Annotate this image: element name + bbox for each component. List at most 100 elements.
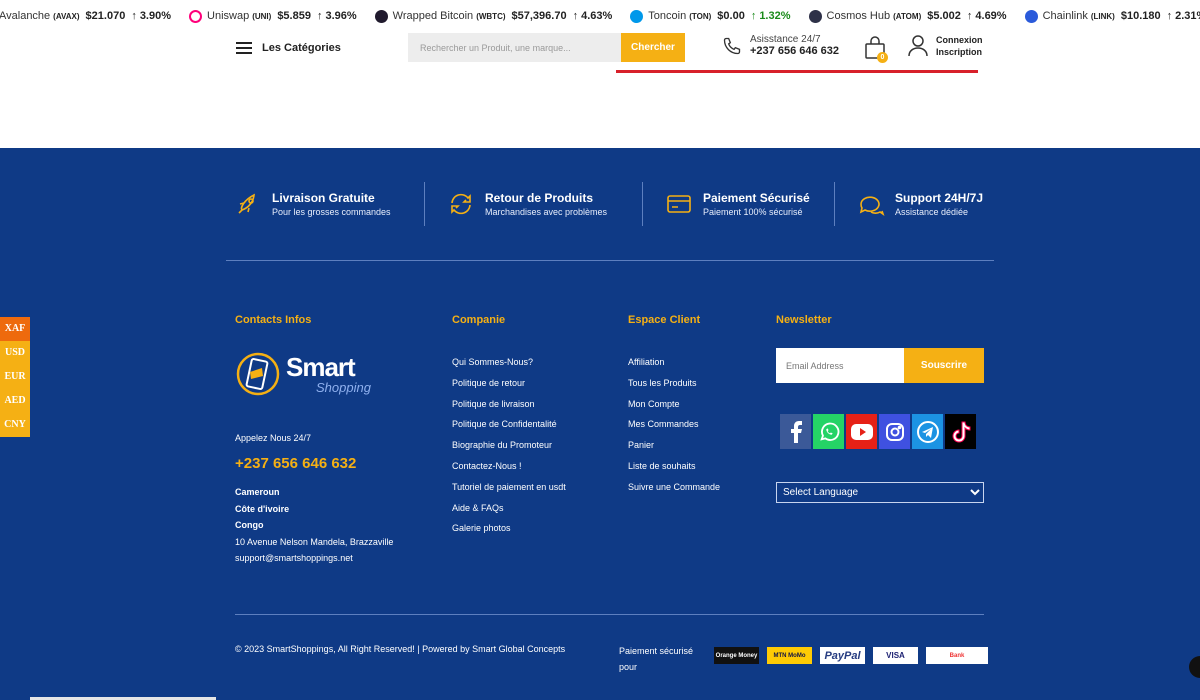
search-input[interactable] bbox=[408, 33, 621, 62]
ticker-price: $21.070 bbox=[85, 10, 126, 22]
ticker-price: $0.00 bbox=[717, 10, 745, 22]
country-cote-divoire: Côte d'ivoire bbox=[235, 503, 290, 514]
bank-logos: Bank bbox=[926, 647, 988, 664]
chat-bubbles-icon bbox=[859, 196, 885, 216]
street-address: 10 Avenue Nelson Mandela, Brazzaville bbox=[235, 536, 394, 547]
ticker-price: $10.180 bbox=[1120, 10, 1161, 22]
feature-title: Retour de Produits bbox=[485, 191, 594, 205]
newsletter-title: Newsletter bbox=[776, 314, 832, 326]
company-link[interactable]: Tutoriel de paiement en usdt bbox=[452, 477, 566, 498]
company-link[interactable]: Galerie photos bbox=[452, 518, 566, 539]
tiktok-icon[interactable] bbox=[945, 414, 976, 449]
arrow-up-icon: ↑ bbox=[131, 10, 137, 22]
cart-button[interactable]: 0 bbox=[864, 36, 888, 63]
facebook-icon[interactable] bbox=[780, 414, 811, 449]
call-label: Appelez Nous 24/7 bbox=[235, 433, 312, 443]
telegram-icon[interactable] bbox=[912, 414, 943, 449]
feature-free-delivery: Livraison Gratuite Pour les grosses comma… bbox=[226, 182, 424, 226]
currency-xaf[interactable]: XAF bbox=[0, 317, 30, 341]
youtube-icon[interactable] bbox=[846, 414, 877, 449]
ticker-item[interactable]: Uniswap (UNI) $5.859 ↑ 3.96% bbox=[189, 9, 357, 23]
crypto-ticker: Avalanche (AVAX) $21.070 ↑ 3.90% Uniswap… bbox=[0, 0, 1200, 32]
payment-name: PayPal bbox=[824, 649, 861, 662]
ticker-item[interactable]: Avalanche (AVAX) $21.070 ↑ 3.90% bbox=[0, 10, 171, 22]
payment-label: Paiement sécurisé pour bbox=[619, 646, 694, 672]
logo-text: Smart bbox=[286, 352, 356, 382]
ticker-symbol: (UNI) bbox=[252, 11, 272, 21]
footer-divider bbox=[226, 260, 994, 261]
ticker-change: 1.32% bbox=[759, 10, 791, 22]
currency-switcher: XAF USD EUR AED CNY bbox=[0, 317, 30, 437]
company-link[interactable]: Aide & FAQs bbox=[452, 498, 566, 519]
newsletter-email-input[interactable] bbox=[776, 348, 904, 383]
site-footer: Livraison Gratuite Pour les grosses comma… bbox=[0, 148, 1200, 700]
client-title: Espace Client bbox=[628, 314, 701, 326]
company-link[interactable]: Biographie du Promoteur bbox=[452, 435, 566, 456]
client-link[interactable]: Mes Commandes bbox=[628, 414, 720, 435]
user-icon bbox=[908, 35, 928, 57]
client-link[interactable]: Affiliation bbox=[628, 352, 720, 373]
currency-cny[interactable]: CNY bbox=[0, 413, 30, 437]
ticker-symbol: (WBTC) bbox=[476, 11, 506, 21]
ticker-item[interactable]: Wrapped Bitcoin (WBTC) $57,396.70 ↑ 4.63… bbox=[374, 9, 613, 23]
language-select[interactable]: Select Language bbox=[776, 482, 984, 503]
ticker-change: 4.63% bbox=[581, 10, 613, 22]
ticker-name: Cosmos Hub bbox=[826, 10, 891, 22]
client-link[interactable]: Liste de souhaits bbox=[628, 456, 720, 477]
assistance-contact[interactable]: Asisstance 24/7 +237 656 646 632 bbox=[722, 34, 839, 57]
ticker-price: $5.859 bbox=[277, 10, 311, 22]
register-link[interactable]: Inscription bbox=[936, 46, 983, 58]
currency-usd[interactable]: USD bbox=[0, 341, 30, 365]
company-link[interactable]: Qui Sommes-Nous? bbox=[452, 352, 566, 373]
footer-phone[interactable]: +237 656 646 632 bbox=[235, 455, 356, 472]
whatsapp-icon[interactable] bbox=[813, 414, 844, 449]
wrapped-bitcoin-icon bbox=[374, 9, 388, 23]
categories-menu-button[interactable]: Les Catégories bbox=[236, 42, 341, 54]
contacts-title: Contacts Infos bbox=[235, 314, 312, 326]
ticker-item[interactable]: Toncoin (TON) $0.00 ↑ 1.32% bbox=[630, 9, 791, 23]
site-header: Les Catégories Chercher Asisstance 24/7 … bbox=[0, 32, 1200, 148]
ticker-price: $57,396.70 bbox=[511, 10, 567, 22]
feature-subtitle: Paiement 100% sécurisé bbox=[703, 207, 803, 217]
currency-eur[interactable]: EUR bbox=[0, 365, 30, 389]
rocket-icon bbox=[238, 193, 255, 214]
ticker-name: Toncoin bbox=[648, 10, 687, 22]
account-link[interactable]: Connexion Inscription bbox=[908, 34, 983, 58]
subscribe-button[interactable]: Souscrire bbox=[904, 348, 984, 383]
phone-icon bbox=[723, 37, 741, 54]
company-title: Companie bbox=[452, 314, 506, 326]
feature-subtitle: Marchandises avec problèmes bbox=[485, 207, 608, 217]
ticker-item[interactable]: Cosmos Hub (ATOM) $5.002 ↑ 4.69% bbox=[808, 9, 1007, 23]
company-link[interactable]: Politique de retour bbox=[452, 373, 566, 394]
feature-support: Support 24H/7J Assistance dédiée bbox=[834, 182, 994, 226]
client-link[interactable]: Panier bbox=[628, 435, 720, 456]
ticker-symbol: (LINK) bbox=[1090, 11, 1115, 21]
client-link[interactable]: Mon Compte bbox=[628, 394, 720, 415]
ticker-symbol: (AVAX) bbox=[53, 11, 80, 21]
mtn-momo-logo: MTN MoMo bbox=[767, 647, 812, 664]
company-link[interactable]: Politique de livraison bbox=[452, 394, 566, 415]
ticker-change: 4.69% bbox=[975, 10, 1007, 22]
ticker-name: Chainlink bbox=[1042, 10, 1088, 22]
company-link[interactable]: Contactez-Nous ! bbox=[452, 456, 566, 477]
instagram-icon[interactable] bbox=[879, 414, 910, 449]
client-link[interactable]: Suivre une Commande bbox=[628, 477, 720, 498]
search-button[interactable]: Chercher bbox=[621, 33, 685, 62]
currency-aed[interactable]: AED bbox=[0, 389, 30, 413]
feature-secure-payment: Paiement Sécurisé Paiement 100% sécurisé bbox=[642, 182, 834, 226]
company-link[interactable]: Politique de Confidentalité bbox=[452, 414, 566, 435]
arrow-up-icon: ↑ bbox=[750, 10, 757, 22]
client-link[interactable]: Tous les Produits bbox=[628, 373, 720, 394]
social-links bbox=[780, 414, 978, 449]
country-congo: Congo bbox=[235, 520, 264, 530]
feature-subtitle: Assistance dédiée bbox=[895, 207, 969, 217]
email-link[interactable]: support@smartshoppings.net bbox=[235, 550, 393, 567]
header-accent-line bbox=[616, 70, 978, 73]
ticker-item[interactable]: Chainlink (LINK) $10.180 ↑ 2.31% bbox=[1024, 9, 1200, 23]
ticker-change: 2.31% bbox=[1175, 10, 1200, 22]
smart-shopping-logo[interactable]: Smart Shopping bbox=[236, 346, 376, 402]
toncoin-icon bbox=[630, 9, 644, 23]
ticker-price: $5.002 bbox=[927, 10, 961, 22]
login-link[interactable]: Connexion bbox=[936, 34, 983, 46]
assistance-label: Asisstance 24/7 bbox=[750, 34, 821, 45]
